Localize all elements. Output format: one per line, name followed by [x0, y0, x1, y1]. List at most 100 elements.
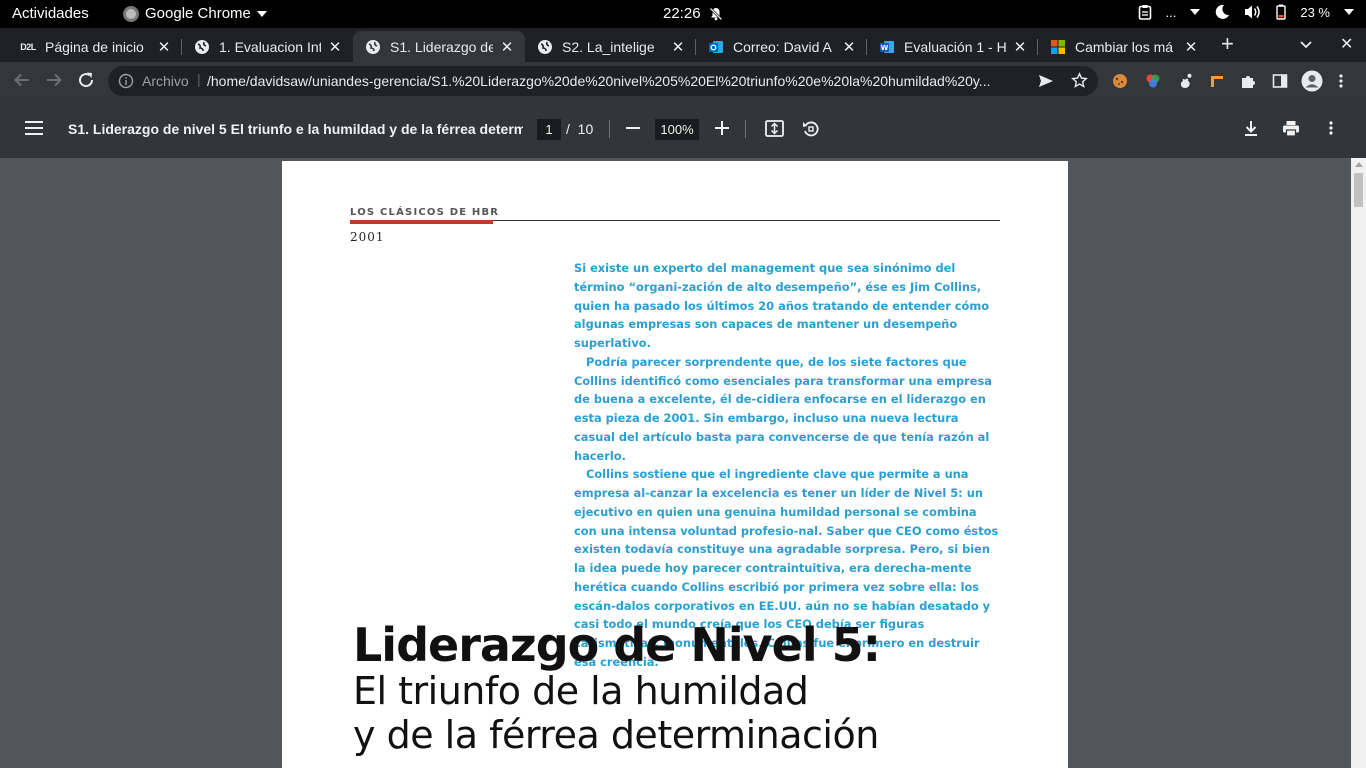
chrome-icon: [123, 5, 139, 22]
color-picker-extension-icon[interactable]: [1145, 73, 1161, 89]
outlook-icon: [708, 39, 724, 55]
tab-inteligencia[interactable]: S2. La_intelige ✕: [525, 31, 696, 62]
night-light-icon: [1216, 4, 1230, 19]
tab-strip: D2L Página de inicio ✕ 1. Evaluacion Int…: [0, 28, 1366, 62]
scheme-label: Archivo: [142, 73, 189, 89]
tab-search-button[interactable]: [1300, 36, 1312, 54]
chevron-down-icon: [1300, 41, 1312, 49]
app-name: Google Chrome: [145, 5, 251, 22]
back-arrow-icon: [14, 73, 29, 87]
article-subheadline: El triunfo de la humildad y de la férrea…: [353, 669, 879, 757]
globe-icon: [194, 39, 210, 55]
close-tab-icon[interactable]: ✕: [1012, 38, 1028, 56]
zoom-in-button[interactable]: [714, 120, 730, 141]
pdf-page: LOS CLÁSICOS DE HBR 2001 Si existe un ex…: [282, 161, 1068, 768]
globe-icon: [365, 39, 381, 55]
more-actions-button[interactable]: [1323, 120, 1339, 141]
page-count: / 10: [566, 121, 593, 137]
scrollbar-thumb[interactable]: [1354, 173, 1363, 207]
bookmark-star-icon[interactable]: [1071, 72, 1088, 92]
system-top-bar: Actividades Google Chrome 22:26 ... 23 %: [0, 0, 1366, 28]
ruler-extension-icon[interactable]: [1209, 73, 1225, 89]
vertical-scrollbar[interactable]: [1351, 158, 1366, 768]
forward-button[interactable]: [45, 71, 63, 94]
back-button[interactable]: [13, 71, 31, 94]
rotate-button[interactable]: [802, 120, 820, 143]
accent-rule: [350, 220, 493, 224]
hamburger-menu-icon: [25, 121, 43, 135]
page-number-input[interactable]: 1: [537, 119, 561, 140]
close-tab-icon[interactable]: ✕: [841, 38, 857, 56]
tab-cambiar[interactable]: Cambiar los má ✕: [1038, 31, 1209, 62]
intro-paragraph: Podría parecer sorprendente que, de los …: [574, 354, 992, 463]
clock[interactable]: 22:26: [663, 5, 723, 22]
zoom-out-button[interactable]: [625, 120, 641, 141]
tab-title: S1. Liderazgo de: [390, 38, 493, 55]
svg-text:W: W: [881, 44, 889, 52]
gnome-extension-icon[interactable]: [1177, 73, 1193, 89]
globe-icon: [537, 39, 553, 55]
chevron-down-icon: [1190, 9, 1201, 15]
zoom-input[interactable]: 100%: [655, 119, 699, 140]
tab-title: Página de inicio: [45, 38, 144, 55]
forward-arrow-icon: [47, 73, 62, 87]
extensions-puzzle-icon[interactable]: [1240, 73, 1256, 89]
tab-evaluacion[interactable]: 1. Evaluacion Int ✕: [182, 31, 353, 62]
side-panel-icon[interactable]: [1272, 73, 1288, 89]
reload-icon: [79, 72, 94, 88]
divider: [609, 120, 610, 138]
address-bar[interactable]: Archivo | /home/davidsaw/uniandes-gerenc…: [108, 66, 1098, 96]
tab-title: S2. La_intelige: [562, 38, 655, 55]
sidebar-menu-button[interactable]: [25, 121, 43, 140]
scroll-up-arrow-icon[interactable]: [1355, 162, 1363, 167]
chrome-menu-icon[interactable]: [1333, 73, 1349, 89]
fit-to-page-button[interactable]: [765, 120, 784, 142]
app-menu[interactable]: Google Chrome: [123, 5, 267, 22]
printer-icon: [1283, 121, 1299, 137]
info-icon[interactable]: [118, 73, 134, 92]
plus-icon: [715, 121, 729, 135]
total-pages: 10: [577, 121, 594, 137]
url-text[interactable]: /home/davidsaw/uniandes-gerencia/S1.%20L…: [207, 73, 1029, 89]
tab-pagina-inicio[interactable]: D2L Página de inicio ✕: [8, 31, 182, 62]
tab-correo[interactable]: Correo: David A ✕: [696, 31, 867, 62]
close-tab-icon[interactable]: ✕: [499, 38, 515, 56]
intro-paragraph: Si existe un experto del management que …: [574, 261, 990, 350]
close-tab-icon[interactable]: ✕: [327, 38, 343, 56]
battery-icon: [1276, 4, 1287, 20]
close-tab-icon[interactable]: ✕: [156, 38, 172, 56]
separator: |: [197, 71, 201, 87]
section-label: LOS CLÁSICOS DE HBR: [350, 207, 500, 218]
article-headline: Liderazgo de Nivel 5:: [353, 618, 881, 672]
system-tray[interactable]: ... 23 %: [1138, 4, 1354, 20]
new-tab-button[interactable]: +: [1221, 31, 1234, 57]
chevron-down-icon: [1344, 9, 1354, 15]
send-to-devices-icon[interactable]: [1038, 74, 1054, 91]
print-button[interactable]: [1282, 120, 1300, 142]
divider: [745, 120, 746, 138]
subheadline-line: El triunfo de la humildad: [353, 669, 809, 713]
tab-title: Correo: David A: [733, 38, 832, 55]
pdf-toolbar: S1. Liderazgo de nivel 5 El triunfo e la…: [0, 100, 1366, 158]
page-separator: /: [566, 121, 570, 137]
chevron-down-icon: [256, 10, 267, 17]
tab-title: Cambiar los má: [1075, 38, 1174, 55]
clock-time: 22:26: [663, 5, 701, 22]
more-vert-icon: [1329, 121, 1333, 135]
publication-year: 2001: [350, 230, 385, 244]
close-tab-icon[interactable]: ✕: [1183, 38, 1199, 56]
notifications-muted-icon: [708, 6, 723, 21]
intro-text: Si existe un experto del management que …: [574, 259, 1002, 672]
tab-evaluacion-word[interactable]: W Evaluación 1 - H ✕: [867, 31, 1038, 62]
download-button[interactable]: [1243, 120, 1259, 142]
tab-title: Evaluación 1 - H: [904, 38, 1006, 55]
activities-button[interactable]: Actividades: [12, 5, 89, 22]
close-tab-icon[interactable]: ✕: [670, 38, 686, 56]
tab-liderazgo[interactable]: S1. Liderazgo de ✕: [353, 31, 525, 62]
pdf-viewer[interactable]: LOS CLÁSICOS DE HBR 2001 Si existe un ex…: [0, 158, 1366, 768]
cookie-extension-icon[interactable]: [1112, 73, 1128, 89]
reload-button[interactable]: [77, 71, 95, 94]
d2l-icon: D2L: [20, 41, 36, 52]
close-window-button[interactable]: ✕: [1340, 34, 1353, 54]
profile-avatar[interactable]: [1301, 70, 1323, 92]
